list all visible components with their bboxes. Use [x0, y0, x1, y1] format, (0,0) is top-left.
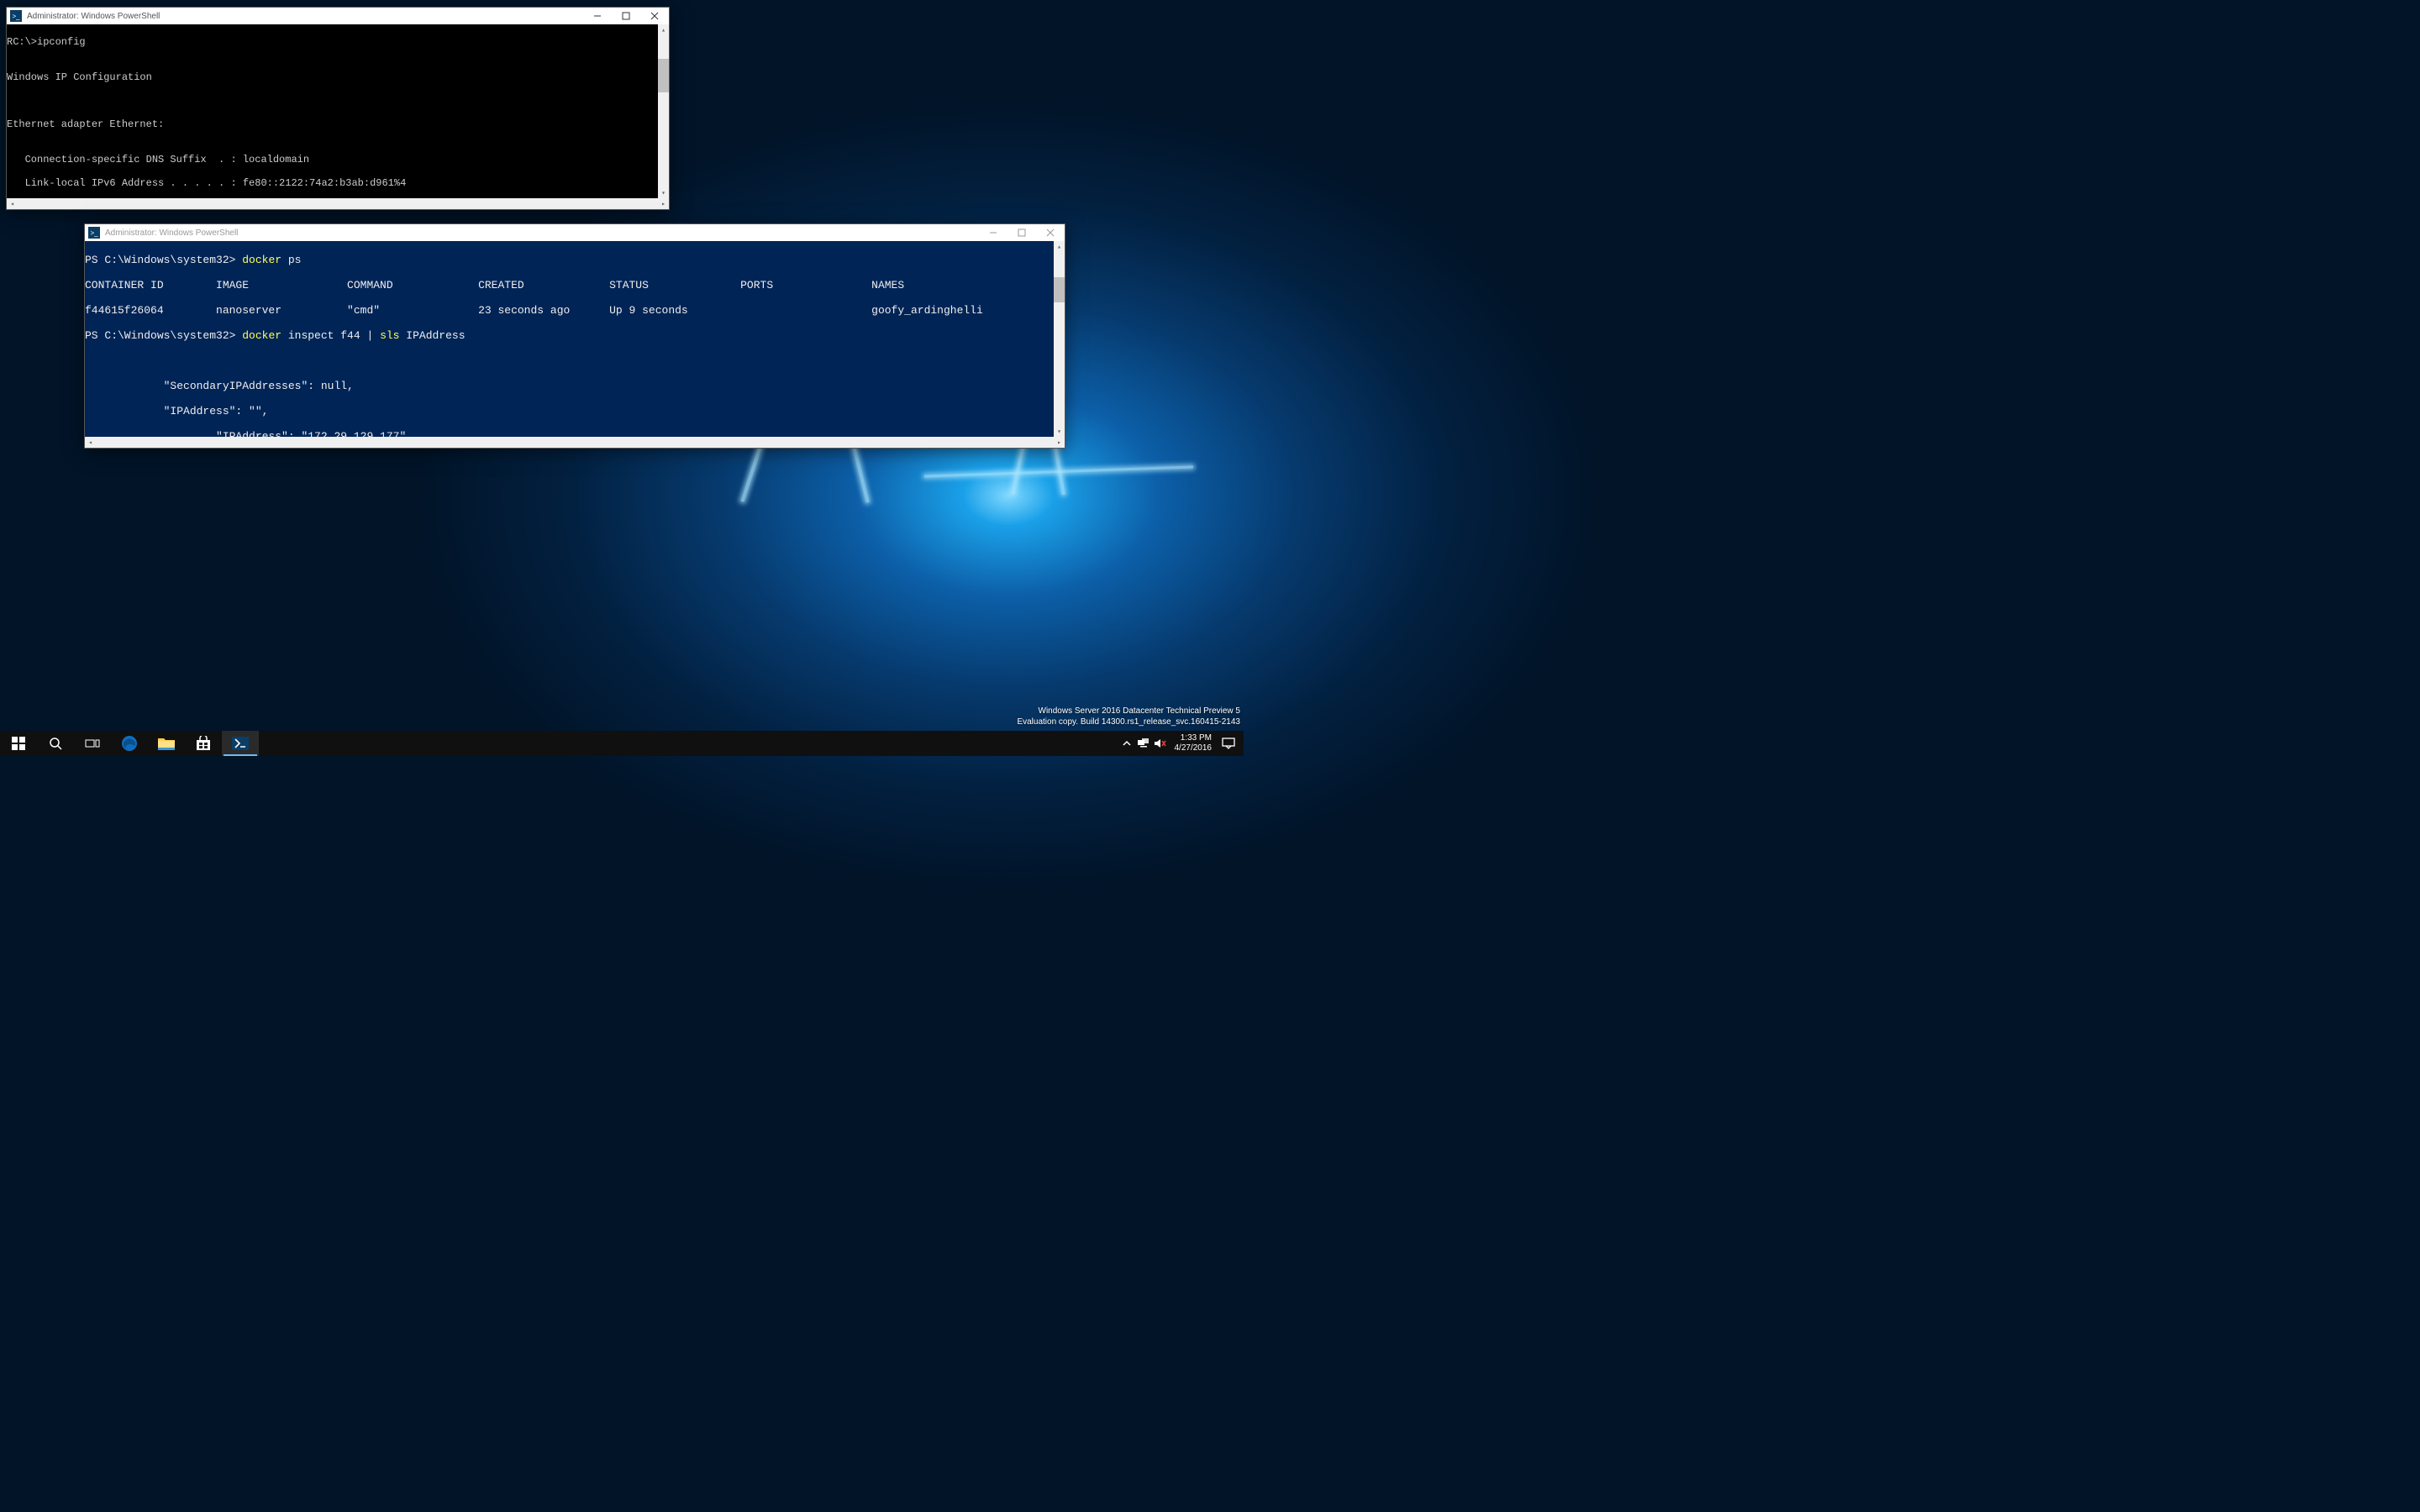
- terminal-line: Windows IP Configuration: [7, 71, 669, 83]
- terminal-line: RC:\>ipconfig: [7, 36, 669, 48]
- minimize-button[interactable]: [583, 8, 612, 24]
- show-desktop-strip[interactable]: [1240, 731, 1244, 756]
- close-button[interactable]: [640, 8, 669, 24]
- action-center-button[interactable]: [1217, 731, 1240, 756]
- scroll-up-icon[interactable]: ▴: [658, 24, 669, 35]
- taskbar-app-edge[interactable]: [111, 731, 148, 756]
- terminal-line: [85, 354, 1065, 367]
- terminal-line: f44615f26064 nanoserver "cmd" 23 seconds…: [85, 304, 1065, 317]
- terminal-line: Ethernet adapter Ethernet:: [7, 118, 669, 130]
- maximize-button[interactable]: [612, 8, 640, 24]
- window-title: Administrator: Windows PowerShell: [103, 228, 979, 238]
- scroll-track[interactable]: [18, 198, 658, 209]
- powershell-window-ipconfig[interactable]: >_ Administrator: Windows PowerShell RC:…: [6, 7, 670, 210]
- task-view-button[interactable]: [74, 731, 111, 756]
- network-icon[interactable]: [1138, 738, 1150, 749]
- volume-muted-icon[interactable]: [1155, 738, 1166, 749]
- titlebar[interactable]: >_ Administrator: Windows PowerShell: [7, 8, 669, 24]
- taskbar-clock[interactable]: 1:33 PM 4/27/2016: [1170, 731, 1218, 756]
- terminal-line: "IPAddress": "",: [85, 405, 1065, 417]
- tray-overflow-icon[interactable]: [1121, 738, 1133, 749]
- taskbar-app-store[interactable]: [185, 731, 222, 756]
- horizontal-scrollbar[interactable]: ◂ ▸: [7, 198, 669, 209]
- terminal-body[interactable]: PS C:\Windows\system32> docker ps CONTAI…: [85, 241, 1065, 448]
- scroll-down-icon[interactable]: ▾: [1054, 426, 1065, 437]
- search-button[interactable]: [37, 731, 74, 756]
- scroll-thumb[interactable]: [658, 59, 669, 92]
- clock-date: 4/27/2016: [1175, 743, 1213, 753]
- titlebar[interactable]: >_ Administrator: Windows PowerShell: [85, 224, 1065, 241]
- scroll-track[interactable]: [1054, 252, 1065, 426]
- taskbar-app-powershell[interactable]: [222, 731, 259, 756]
- watermark-line: Evaluation copy. Build 14300.rs1_release…: [1017, 717, 1240, 727]
- scroll-up-icon[interactable]: ▴: [1054, 241, 1065, 252]
- terminal-line: CONTAINER ID IMAGE COMMAND CREATED STATU…: [85, 279, 1065, 291]
- vertical-scrollbar[interactable]: ▴ ▾: [658, 24, 669, 198]
- scroll-track[interactable]: [658, 35, 669, 187]
- terminal-line: Connection-specific DNS Suffix . : local…: [7, 154, 669, 165]
- taskbar[interactable]: 1:33 PM 4/27/2016: [0, 731, 1244, 756]
- scroll-track[interactable]: [96, 437, 1054, 448]
- watermark-line: Windows Server 2016 Datacenter Technical…: [1017, 706, 1240, 717]
- vertical-scrollbar[interactable]: ▴ ▾: [1054, 241, 1065, 437]
- taskbar-app-file-explorer[interactable]: [148, 731, 185, 756]
- desktop-watermark: Windows Server 2016 Datacenter Technical…: [1017, 706, 1240, 727]
- terminal-line: PS C:\Windows\system32> docker ps: [85, 254, 1065, 266]
- scroll-left-icon[interactable]: ◂: [85, 437, 96, 448]
- powershell-icon: >_: [88, 227, 100, 239]
- terminal-line: "SecondaryIPAddresses": null,: [85, 380, 1065, 392]
- terminal-line: PS C:\Windows\system32> docker inspect f…: [85, 329, 1065, 342]
- system-tray[interactable]: [1118, 731, 1170, 756]
- close-button[interactable]: [1036, 224, 1065, 241]
- maximize-button[interactable]: [1007, 224, 1036, 241]
- scroll-right-icon[interactable]: ▸: [658, 198, 669, 209]
- powershell-icon: >_: [10, 10, 22, 22]
- horizontal-scrollbar[interactable]: ◂ ▸: [85, 437, 1065, 448]
- clock-time: 1:33 PM: [1175, 733, 1213, 743]
- scroll-down-icon[interactable]: ▾: [658, 187, 669, 198]
- terminal-line: Link-local IPv6 Address . . . . . : fe80…: [7, 177, 669, 189]
- minimize-button[interactable]: [979, 224, 1007, 241]
- window-title: Administrator: Windows PowerShell: [25, 12, 583, 21]
- powershell-window-docker[interactable]: >_ Administrator: Windows PowerShell PS …: [84, 223, 1065, 449]
- start-button[interactable]: [0, 731, 37, 756]
- scroll-right-icon[interactable]: ▸: [1054, 437, 1065, 448]
- scroll-thumb[interactable]: [1054, 277, 1065, 302]
- taskbar-spacer: [259, 731, 1118, 756]
- terminal-body[interactable]: RC:\>ipconfig Windows IP Configuration E…: [7, 24, 669, 209]
- scroll-left-icon[interactable]: ◂: [7, 198, 18, 209]
